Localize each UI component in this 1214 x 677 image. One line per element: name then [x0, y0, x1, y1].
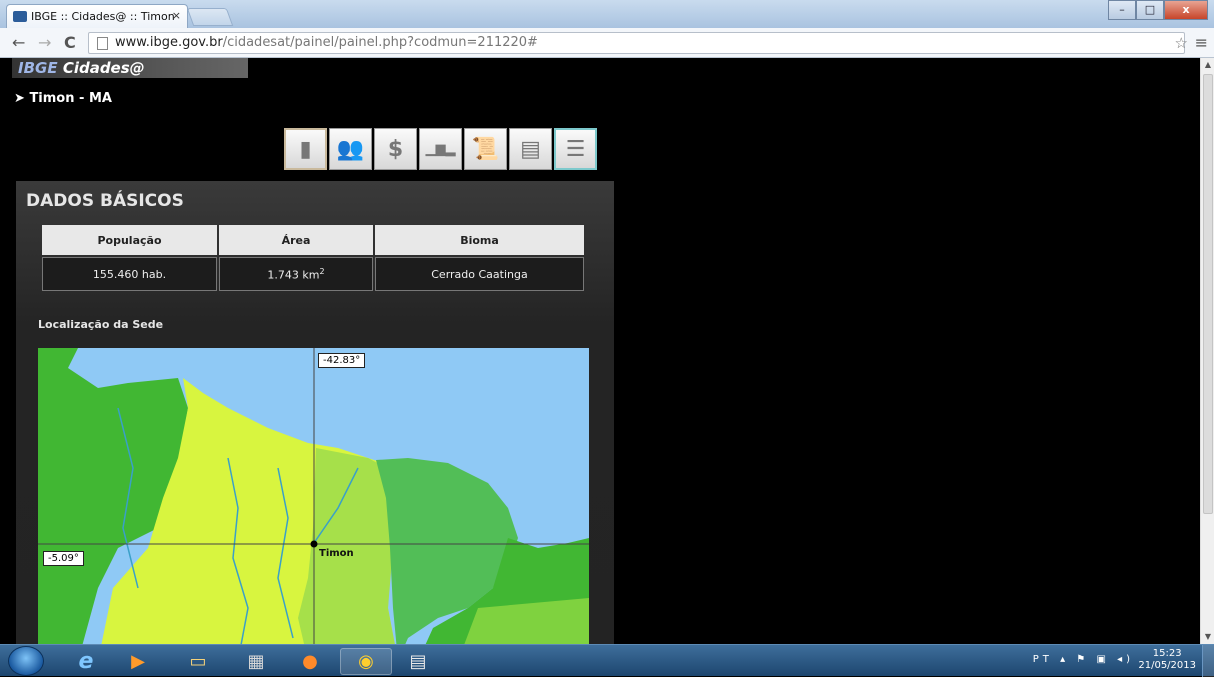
minimize-button[interactable]: – [1108, 0, 1136, 20]
arrow-icon: ➤ [14, 91, 25, 106]
internet-explorer-icon[interactable]: e [60, 648, 112, 675]
scroll-thumb[interactable] [1203, 74, 1213, 514]
city-name: Timon - MA [29, 91, 112, 106]
window-controls: – □ x [1108, 0, 1208, 20]
document-icon[interactable]: ▮ [284, 128, 327, 170]
location-map[interactable]: -42.83° -5.09° Timon [38, 348, 589, 644]
printer-icon[interactable]: ▤ [509, 128, 552, 170]
people-icon[interactable]: 👥 [329, 128, 372, 170]
populacao-value: 155.460 hab. [42, 257, 217, 291]
windows-taskbar: e ▶ ▭ ▦ ● ◉ ▤ PT ▴ ⚑ ▣ ◂) 15:23 21/05/20… [0, 644, 1214, 677]
start-button[interactable] [8, 646, 44, 676]
header-bioma: Bioma [375, 225, 584, 255]
system-tray[interactable]: PT ▴ ⚑ ▣ ◂) [1033, 654, 1134, 665]
close-window-button[interactable]: x [1164, 0, 1208, 20]
vertical-scrollbar[interactable]: ▲ ▼ [1200, 58, 1214, 644]
back-icon[interactable]: ← [12, 33, 25, 52]
section-icon-toolbar: ▮ 👥 $ ▁▆▂ 📜 ▤ ☰ [284, 128, 597, 170]
list-icon[interactable]: ☰ [554, 128, 597, 170]
map-graphic [38, 348, 589, 644]
forward-icon[interactable]: → [38, 33, 51, 52]
url-path: /cidadesat/painel/painel.php?codmun=2112… [222, 35, 538, 50]
area-value: 1.743 km2 [219, 257, 373, 291]
window-titlebar: IBGE :: Cidades@ :: Timon × – □ x [0, 0, 1214, 28]
reload-icon[interactable]: C [64, 33, 76, 52]
media-player-icon[interactable]: ▶ [112, 648, 164, 675]
document-viewer-icon[interactable]: ▤ [392, 648, 444, 675]
tab-title: IBGE :: Cidades@ :: Timon [31, 10, 175, 23]
bar-chart-icon[interactable]: ▁▆▂ [419, 128, 462, 170]
calculator-icon[interactable]: ▦ [230, 648, 282, 675]
dollar-icon[interactable]: $ [374, 128, 417, 170]
longitude-label: -42.83° [318, 353, 366, 368]
page-content: IBGE Cidades@ ➤ Timon - MA ▮ 👥 $ ▁▆▂ 📜 ▤… [0, 58, 1214, 644]
browser-menu-icon[interactable]: ≡ [1195, 33, 1208, 52]
browser-toolbar: ← → C www.ibge.gov.br/cidadesat/painel/p… [0, 28, 1214, 58]
header-populacao: População [42, 225, 217, 255]
show-desktop-button[interactable] [1202, 645, 1214, 677]
firefox-icon[interactable]: ● [284, 648, 336, 675]
browser-tab[interactable]: IBGE :: Cidades@ :: Timon × [6, 4, 188, 28]
language-indicator[interactable]: PT [1033, 654, 1053, 665]
localizacao-title: Localização da Sede [38, 318, 164, 331]
tab-close-icon[interactable]: × [172, 9, 181, 22]
city-heading: ➤ Timon - MA [14, 91, 112, 106]
url-host: www.ibge.gov.br [115, 35, 223, 50]
maximize-button[interactable]: □ [1136, 0, 1164, 20]
chrome-icon[interactable]: ◉ [340, 648, 392, 675]
scroll-up-icon[interactable]: ▲ [1201, 58, 1214, 72]
clock[interactable]: 15:23 21/05/2013 [1138, 648, 1196, 672]
map-city-label: Timon [319, 548, 354, 559]
clock-time: 15:23 [1152, 648, 1182, 659]
bioma-value: Cerrado Caatinga [375, 257, 584, 291]
ibge-logo: IBGE Cidades@ [18, 59, 145, 77]
ibge-favicon-icon [13, 11, 27, 22]
scroll-icon[interactable]: 📜 [464, 128, 507, 170]
file-explorer-icon[interactable]: ▭ [172, 648, 224, 675]
address-bar[interactable]: www.ibge.gov.br/cidadesat/painel/painel.… [88, 32, 1185, 54]
header-area: Área [219, 225, 373, 255]
page-icon [97, 37, 108, 50]
new-tab-button[interactable] [186, 8, 234, 26]
basic-stats-table: População Área Bioma 155.460 hab. 1.743 … [40, 223, 586, 293]
ibge-logo-bar[interactable]: IBGE Cidades@ [12, 58, 248, 78]
panel-title: DADOS BÁSICOS [26, 191, 184, 211]
latitude-label: -5.09° [43, 551, 84, 566]
table-header-row: População Área Bioma [42, 225, 584, 255]
scroll-down-icon[interactable]: ▼ [1201, 630, 1214, 644]
dados-basicos-panel: DADOS BÁSICOS População Área Bioma 155.4… [16, 181, 614, 644]
clock-date: 21/05/2013 [1138, 660, 1196, 671]
bookmark-star-icon[interactable]: ☆ [1175, 34, 1188, 52]
table-row: 155.460 hab. 1.743 km2 Cerrado Caatinga [42, 257, 584, 291]
